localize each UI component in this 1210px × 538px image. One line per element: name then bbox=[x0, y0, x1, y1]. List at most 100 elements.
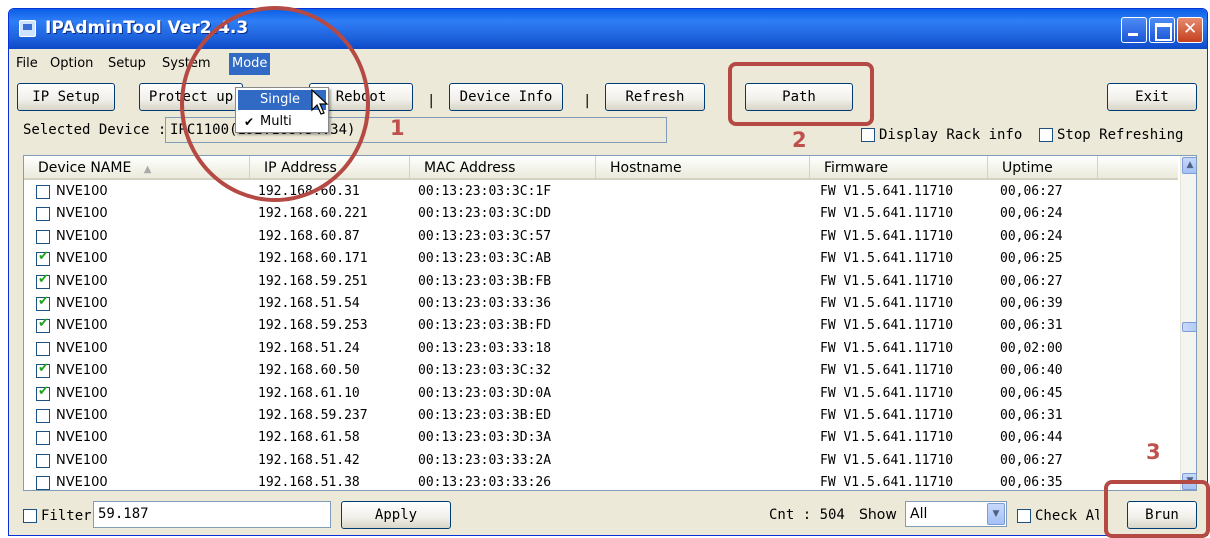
close-icon[interactable] bbox=[1177, 17, 1203, 43]
ip-address-cell: 192.168.61.58 bbox=[258, 430, 360, 446]
table-row[interactable]: NVE100 192.168.61.58 00:13:23:03:3D:3A FW V… bbox=[24, 428, 1178, 450]
table-row[interactable]: NVE100 192.168.59.251 00:13:23:03:3B:FB FW … bbox=[24, 272, 1178, 294]
mac-address-cell: 00:13:23:03:3C:AB bbox=[418, 251, 552, 267]
refresh-button[interactable]: Refresh bbox=[605, 83, 705, 111]
device-list[interactable]: Device NAME ▲ IP Address MAC Address Hos… bbox=[23, 155, 1197, 491]
list-rows: NVE100 192.168.60.31 00:13:23:03:3C:1F FW V… bbox=[24, 182, 1178, 491]
title-bar[interactable]: IPAdminTool Ver2.4.3 bbox=[9, 9, 1207, 49]
device-name-cell: NVE100 bbox=[56, 340, 108, 356]
device-name-cell: NVE100 bbox=[56, 251, 108, 267]
table-row[interactable]: NVE100 192.168.59.253 00:13:23:03:3B:FD FW … bbox=[24, 316, 1178, 338]
check-all-checkbox[interactable] bbox=[1017, 509, 1031, 523]
mac-address-cell: 00:13:23:03:33:2A bbox=[418, 452, 552, 468]
uptime-cell: 00,06:25 bbox=[1000, 251, 1063, 267]
row-checkbox[interactable] bbox=[36, 249, 50, 267]
stop-refreshing-checkbox[interactable] bbox=[1039, 128, 1053, 142]
row-checkbox[interactable] bbox=[36, 476, 50, 490]
selected-device-label: Selected Device : bbox=[23, 122, 167, 138]
row-checkbox[interactable] bbox=[36, 361, 50, 379]
ip-address-cell: 192.168.59.237 bbox=[258, 407, 368, 423]
uptime-cell: 00,06:44 bbox=[1000, 430, 1063, 446]
uptime-cell: 00,02:00 bbox=[1000, 340, 1063, 356]
firmware-cell: FW V1.5.641.11710 bbox=[820, 407, 954, 423]
filter-input[interactable]: 59.187 bbox=[93, 501, 331, 528]
firmware-cell: FW V1.5.641.11710 bbox=[820, 295, 954, 311]
menu-option[interactable]: Option bbox=[47, 53, 96, 75]
uptime-cell: 00,06:35 bbox=[1000, 475, 1063, 491]
show-select-value: All bbox=[910, 506, 928, 522]
mac-address-cell: 00:13:23:03:3B:ED bbox=[418, 407, 552, 423]
maximize-icon[interactable] bbox=[1149, 17, 1175, 43]
ip-address-cell: 192.168.51.38 bbox=[258, 475, 360, 491]
mac-address-cell: 00:13:23:03:3C:57 bbox=[418, 228, 552, 244]
display-rack-info-checkbox[interactable] bbox=[861, 128, 875, 142]
row-checkbox[interactable] bbox=[36, 341, 50, 356]
mac-address-cell: 00:13:23:03:3D:0A bbox=[418, 385, 552, 401]
uptime-cell: 00,06:31 bbox=[1000, 318, 1063, 334]
row-checkbox[interactable] bbox=[36, 207, 50, 222]
table-row[interactable]: NVE100 192.168.59.237 00:13:23:03:3B:ED FW … bbox=[24, 406, 1178, 428]
firmware-cell: FW V1.5.641.11710 bbox=[820, 363, 954, 379]
mac-address-cell: 00:13:23:03:3B:FB bbox=[418, 273, 552, 289]
table-row[interactable]: NVE100 192.168.60.221 00:13:23:03:3C:DD FW … bbox=[24, 204, 1178, 226]
row-checkbox[interactable] bbox=[36, 431, 50, 446]
device-info-button[interactable]: Device Info bbox=[449, 83, 563, 111]
device-name-cell: NVE100 bbox=[56, 430, 108, 446]
row-checkbox[interactable] bbox=[36, 272, 50, 289]
ip-setup-button[interactable]: IP Setup bbox=[17, 83, 115, 111]
column-mac-address[interactable]: MAC Address bbox=[410, 156, 596, 180]
minimize-icon[interactable] bbox=[1121, 17, 1147, 43]
ip-address-cell: 192.168.60.50 bbox=[258, 363, 360, 379]
row-checkbox[interactable] bbox=[36, 408, 50, 423]
mac-address-cell: 00:13:23:03:3C:1F bbox=[418, 184, 552, 199]
filter-checkbox[interactable] bbox=[23, 509, 37, 523]
table-row[interactable]: NVE100 192.168.51.54 00:13:23:03:33:36 FW V… bbox=[24, 294, 1178, 316]
firmware-cell: FW V1.5.641.11710 bbox=[820, 206, 954, 222]
row-checkbox[interactable] bbox=[36, 316, 50, 334]
row-checkbox[interactable] bbox=[36, 229, 50, 244]
firmware-cell: FW V1.5.641.11710 bbox=[820, 184, 954, 199]
column-firmware[interactable]: Firmware bbox=[810, 156, 988, 180]
chevron-down-icon[interactable]: ▼ bbox=[987, 503, 1005, 525]
ip-address-cell: 192.168.61.10 bbox=[258, 385, 360, 401]
scroll-thumb[interactable] bbox=[1182, 322, 1196, 332]
table-row[interactable]: NVE100 192.168.51.42 00:13:23:03:33:2A FW V… bbox=[24, 451, 1178, 473]
uptime-cell: 00,06:27 bbox=[1000, 273, 1063, 289]
check-all-label: Check All bbox=[1035, 508, 1099, 524]
toolbar-separator: | bbox=[427, 93, 436, 109]
toolbar-separator: | bbox=[583, 93, 592, 109]
show-label: Show bbox=[859, 507, 897, 523]
show-select[interactable]: All ▼ bbox=[905, 501, 1007, 527]
apply-button[interactable]: Apply bbox=[341, 501, 451, 529]
row-checkbox[interactable] bbox=[36, 453, 50, 468]
table-row[interactable]: NVE100 192.168.60.50 00:13:23:03:3C:32 FW V… bbox=[24, 361, 1178, 383]
app-icon bbox=[19, 20, 36, 37]
column-hostname[interactable]: Hostname bbox=[596, 156, 810, 180]
exit-button[interactable]: Exit bbox=[1107, 83, 1197, 111]
menu-setup[interactable]: Setup bbox=[105, 53, 149, 75]
row-checkbox[interactable] bbox=[36, 185, 50, 199]
uptime-cell: 00,06:31 bbox=[1000, 407, 1063, 423]
row-checkbox[interactable] bbox=[36, 384, 50, 401]
mac-address-cell: 00:13:23:03:3B:FD bbox=[418, 318, 552, 334]
table-row[interactable]: NVE100 192.168.60.87 00:13:23:03:3C:57 FW V… bbox=[24, 227, 1178, 249]
scroll-up-icon[interactable]: ▲ bbox=[1182, 157, 1196, 174]
device-name-cell: NVE100 bbox=[56, 407, 108, 423]
device-name-cell: NVE100 bbox=[56, 475, 108, 491]
uptime-cell: 00,06:27 bbox=[1000, 452, 1063, 468]
table-row[interactable]: NVE100 192.168.51.24 00:13:23:03:33:18 FW V… bbox=[24, 339, 1178, 361]
firmware-cell: FW V1.5.641.11710 bbox=[820, 318, 954, 334]
vertical-scrollbar[interactable]: ▲ ▼ bbox=[1180, 156, 1196, 490]
firmware-cell: FW V1.5.641.11710 bbox=[820, 273, 954, 289]
annotation-number: 1 bbox=[390, 116, 405, 140]
device-name-cell: NVE100 bbox=[56, 206, 108, 222]
table-row[interactable]: NVE100 192.168.51.38 00:13:23:03:33:26 FW V… bbox=[24, 473, 1178, 491]
menu-file[interactable]: File bbox=[13, 53, 41, 75]
annotation-box bbox=[728, 62, 874, 126]
table-row[interactable]: NVE100 192.168.60.171 00:13:23:03:3C:AB FW … bbox=[24, 249, 1178, 271]
row-checkbox[interactable] bbox=[36, 294, 50, 311]
column-uptime[interactable]: Uptime bbox=[988, 156, 1098, 180]
filter-label: Filter bbox=[41, 508, 92, 524]
table-row[interactable]: NVE100 192.168.61.10 00:13:23:03:3D:0A FW V… bbox=[24, 384, 1178, 406]
table-row[interactable]: NVE100 192.168.60.31 00:13:23:03:3C:1F FW V… bbox=[24, 182, 1178, 204]
